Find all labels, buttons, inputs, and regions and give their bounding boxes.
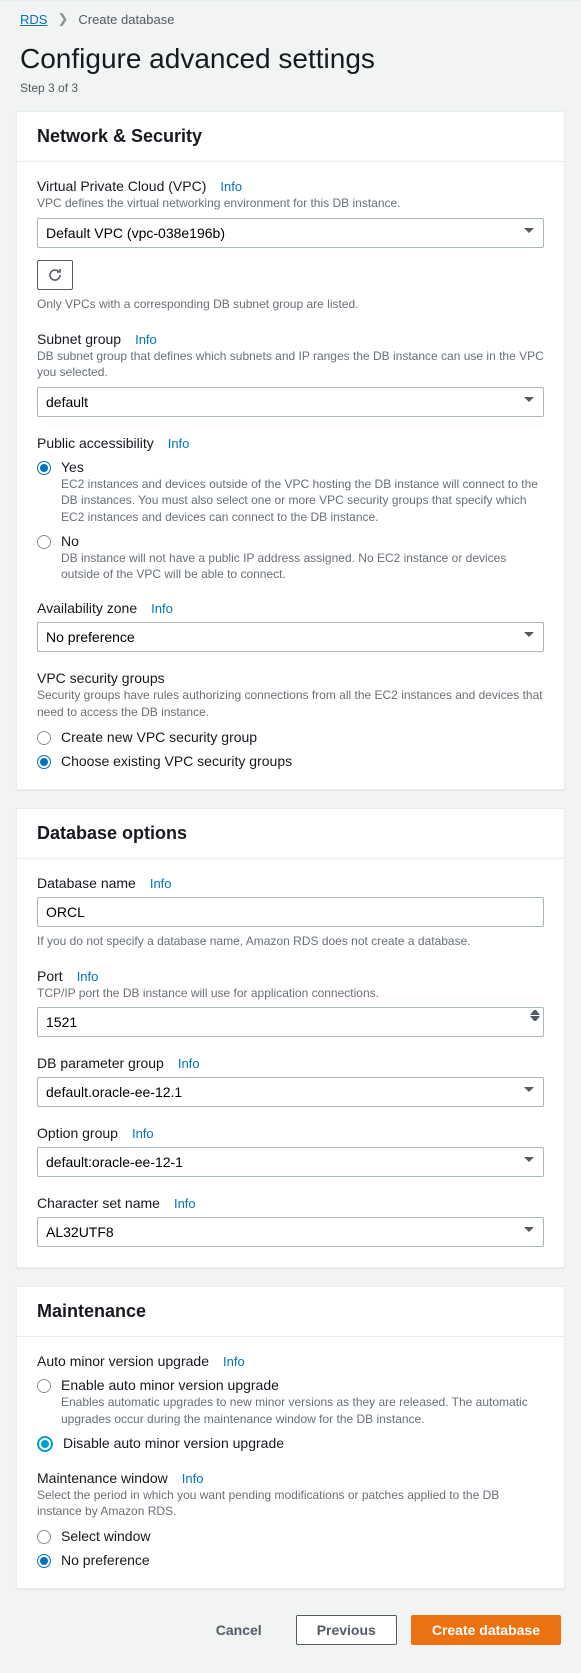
public-yes-label: Yes bbox=[61, 459, 544, 475]
vpc-info-link[interactable]: Info bbox=[220, 179, 242, 194]
az-label: Availability zone bbox=[37, 600, 137, 616]
az-select[interactable]: No preference bbox=[37, 622, 544, 652]
sg-existing-option[interactable]: Choose existing VPC security groups bbox=[37, 753, 544, 769]
dbname-label: Database name bbox=[37, 875, 136, 891]
public-yes-desc: EC2 instances and devices outside of the… bbox=[61, 476, 544, 525]
param-select[interactable]: default.oracle-ee-12.1 bbox=[37, 1077, 544, 1107]
subnet-select[interactable]: default bbox=[37, 387, 544, 417]
window-select-label: Select window bbox=[61, 1528, 544, 1544]
public-no-desc: DB instance will not have a public IP ad… bbox=[61, 550, 544, 582]
auto-enable-desc: Enables automatic upgrades to new minor … bbox=[61, 1394, 544, 1426]
panel-maintenance: Maintenance Auto minor version upgrade I… bbox=[16, 1286, 565, 1589]
dbname-note: If you do not specify a database name, A… bbox=[37, 933, 544, 950]
window-label: Maintenance window bbox=[37, 1470, 168, 1486]
window-nopref-label: No preference bbox=[61, 1552, 544, 1568]
breadcrumb: RDS ❯ Create database bbox=[0, 0, 581, 37]
refresh-icon bbox=[47, 267, 63, 283]
auto-disable-label: Disable auto minor version upgrade bbox=[63, 1435, 544, 1451]
public-no-label: No bbox=[61, 533, 544, 549]
auto-enable-option[interactable]: Enable auto minor version upgrade Enable… bbox=[37, 1377, 544, 1426]
port-input[interactable] bbox=[37, 1007, 544, 1037]
charset-label: Character set name bbox=[37, 1195, 160, 1211]
field-option-group: Option group Info default:oracle-ee-12-1 bbox=[37, 1125, 544, 1177]
field-public-access: Public accessibility Info Yes EC2 instan… bbox=[37, 435, 544, 582]
panel-network-security: Network & Security Virtual Private Cloud… bbox=[16, 111, 565, 790]
chevron-down-icon bbox=[530, 1016, 540, 1022]
public-label: Public accessibility bbox=[37, 435, 154, 451]
breadcrumb-current: Create database bbox=[78, 12, 174, 27]
field-charset: Character set name Info AL32UTF8 bbox=[37, 1195, 544, 1247]
public-info-link[interactable]: Info bbox=[168, 436, 190, 451]
radio-icon bbox=[37, 1530, 51, 1544]
panel-database-options: Database options Database name Info If y… bbox=[16, 808, 565, 1269]
chevron-up-icon bbox=[530, 1009, 540, 1015]
charset-select[interactable]: AL32UTF8 bbox=[37, 1217, 544, 1247]
subnet-desc: DB subnet group that defines which subne… bbox=[37, 348, 544, 382]
field-az: Availability zone Info No preference bbox=[37, 600, 544, 652]
dbname-info-link[interactable]: Info bbox=[150, 876, 172, 891]
field-security-groups: VPC security groups Security groups have… bbox=[37, 670, 544, 769]
chevron-right-icon: ❯ bbox=[57, 11, 68, 27]
vpc-select[interactable]: Default VPC (vpc-038e196b) bbox=[37, 218, 544, 248]
port-info-link[interactable]: Info bbox=[77, 969, 99, 984]
field-maint-window: Maintenance window Info Select the perio… bbox=[37, 1470, 544, 1569]
radio-icon bbox=[37, 1554, 51, 1568]
option-label: Option group bbox=[37, 1125, 118, 1141]
param-label: DB parameter group bbox=[37, 1055, 164, 1071]
vpc-desc: VPC defines the virtual networking envir… bbox=[37, 195, 544, 212]
panel-title-dbopts: Database options bbox=[37, 823, 544, 844]
panel-title-maint: Maintenance bbox=[37, 1301, 544, 1322]
sg-create-option[interactable]: Create new VPC security group bbox=[37, 729, 544, 745]
charset-info-link[interactable]: Info bbox=[174, 1196, 196, 1211]
auto-disable-option[interactable]: Disable auto minor version upgrade bbox=[37, 1435, 544, 1452]
field-param-group: DB parameter group Info default.oracle-e… bbox=[37, 1055, 544, 1107]
sg-create-label: Create new VPC security group bbox=[61, 729, 544, 745]
public-yes-option[interactable]: Yes EC2 instances and devices outside of… bbox=[37, 459, 544, 525]
previous-button[interactable]: Previous bbox=[296, 1615, 397, 1645]
param-info-link[interactable]: Info bbox=[178, 1056, 200, 1071]
auto-enable-label: Enable auto minor version upgrade bbox=[61, 1377, 544, 1393]
vpc-note: Only VPCs with a corresponding DB subnet… bbox=[37, 296, 544, 313]
refresh-vpc-button[interactable] bbox=[37, 260, 73, 290]
subnet-info-link[interactable]: Info bbox=[135, 332, 157, 347]
footer-actions: Cancel Previous Create database bbox=[0, 1607, 581, 1653]
sg-label: VPC security groups bbox=[37, 670, 165, 686]
public-no-option[interactable]: No DB instance will not have a public IP… bbox=[37, 533, 544, 582]
dbname-input[interactable] bbox=[37, 897, 544, 927]
option-info-link[interactable]: Info bbox=[132, 1126, 154, 1141]
cancel-button[interactable]: Cancel bbox=[196, 1616, 282, 1644]
radio-icon bbox=[37, 731, 51, 745]
field-subnet: Subnet group Info DB subnet group that d… bbox=[37, 331, 544, 418]
breadcrumb-root-link[interactable]: RDS bbox=[20, 12, 47, 27]
port-desc: TCP/IP port the DB instance will use for… bbox=[37, 985, 544, 1002]
panel-title-network: Network & Security bbox=[37, 126, 544, 147]
radio-icon bbox=[37, 461, 51, 475]
radio-icon bbox=[37, 535, 51, 549]
radio-icon bbox=[37, 1379, 51, 1393]
field-auto-upgrade: Auto minor version upgrade Info Enable a… bbox=[37, 1353, 544, 1451]
window-info-link[interactable]: Info bbox=[182, 1471, 204, 1486]
sg-existing-label: Choose existing VPC security groups bbox=[61, 753, 544, 769]
create-database-button[interactable]: Create database bbox=[411, 1615, 561, 1645]
window-nopref-option[interactable]: No preference bbox=[37, 1552, 544, 1568]
az-info-link[interactable]: Info bbox=[151, 601, 173, 616]
page-title: Configure advanced settings bbox=[20, 43, 561, 75]
field-port: Port Info TCP/IP port the DB instance wi… bbox=[37, 968, 544, 1038]
sg-desc: Security groups have rules authorizing c… bbox=[37, 687, 544, 721]
window-select-option[interactable]: Select window bbox=[37, 1528, 544, 1544]
subnet-label: Subnet group bbox=[37, 331, 121, 347]
auto-info-link[interactable]: Info bbox=[223, 1354, 245, 1369]
step-indicator: Step 3 of 3 bbox=[20, 81, 561, 95]
port-stepper[interactable] bbox=[530, 1009, 540, 1022]
vpc-label: Virtual Private Cloud (VPC) bbox=[37, 178, 206, 194]
port-label: Port bbox=[37, 968, 63, 984]
field-vpc: Virtual Private Cloud (VPC) Info VPC def… bbox=[37, 178, 544, 313]
radio-icon bbox=[37, 755, 51, 769]
option-select[interactable]: default:oracle-ee-12-1 bbox=[37, 1147, 544, 1177]
window-desc: Select the period in which you want pend… bbox=[37, 1487, 544, 1521]
field-dbname: Database name Info If you do not specify… bbox=[37, 875, 544, 950]
auto-label: Auto minor version upgrade bbox=[37, 1353, 209, 1369]
